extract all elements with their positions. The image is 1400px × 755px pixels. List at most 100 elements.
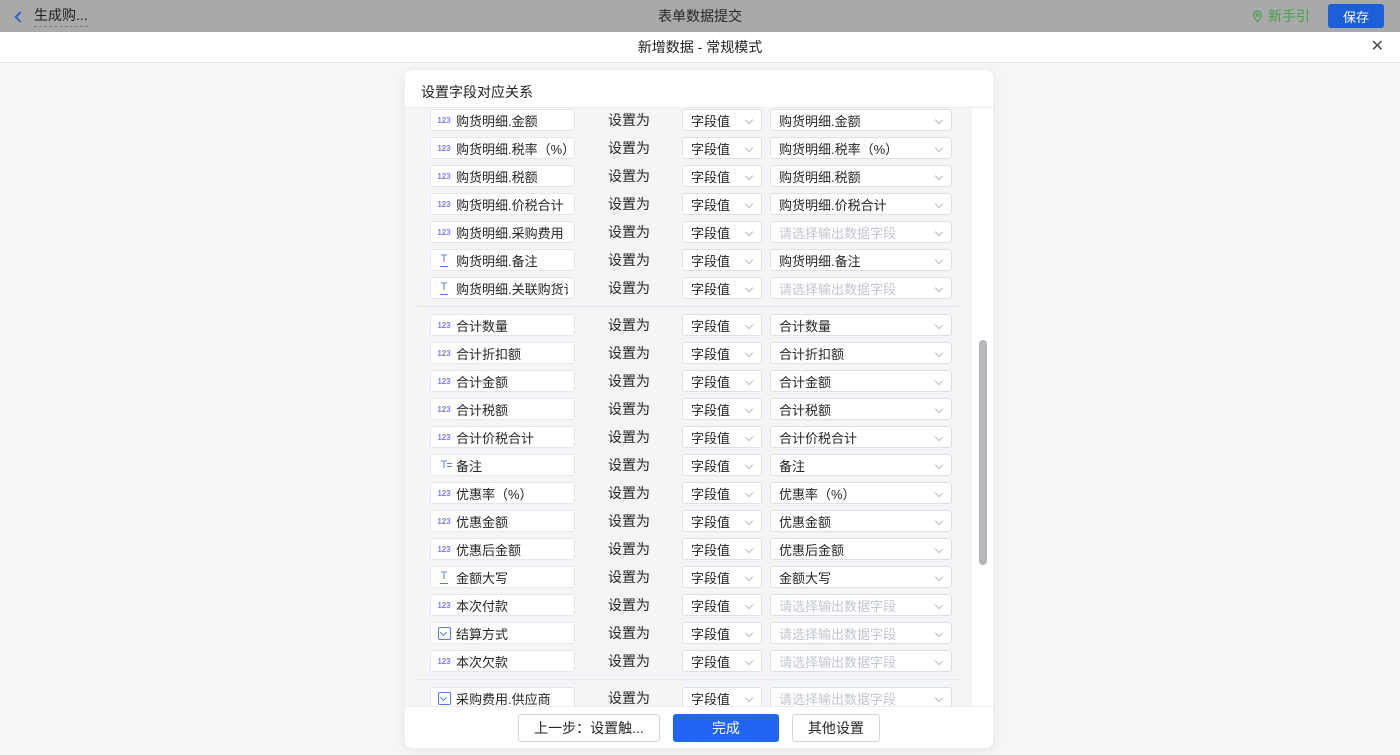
output-field-select[interactable]: 合计折扣额	[770, 342, 952, 364]
set-as-label: 设置为	[608, 651, 650, 671]
value-mode-text: 字段值	[691, 652, 730, 671]
output-field-select[interactable]: 购货明细.价税合计	[770, 193, 952, 215]
chevron-down-icon	[745, 433, 753, 441]
chevron-down-icon	[935, 433, 943, 441]
value-mode-select[interactable]: 字段值	[682, 249, 762, 271]
value-mode-select[interactable]: 字段值	[682, 370, 762, 392]
value-mode-select[interactable]: 字段值	[682, 314, 762, 336]
value-mode-select[interactable]: 字段值	[682, 650, 762, 672]
output-field-select[interactable]: 备注	[770, 454, 952, 476]
output-field-select[interactable]: 合计金额	[770, 370, 952, 392]
chevron-down-icon	[745, 545, 753, 553]
value-mode-select[interactable]: 字段值	[682, 109, 762, 131]
output-field-select[interactable]: 请选择输出数据字段	[770, 594, 952, 616]
set-as-label: 设置为	[608, 595, 650, 615]
output-field-select[interactable]: 请选择输出数据字段	[770, 221, 952, 243]
source-field-chip: 购货明细.采购费用	[430, 221, 575, 243]
save-button[interactable]: 保存	[1328, 4, 1384, 28]
output-field-select[interactable]: 请选择输出数据字段	[770, 277, 952, 299]
chevron-down-icon	[935, 172, 943, 180]
source-field-chip: 金额大写	[430, 566, 575, 588]
value-mode-select[interactable]: 字段值	[682, 221, 762, 243]
value-mode-select[interactable]: 字段值	[682, 594, 762, 616]
number-field-icon	[435, 541, 453, 557]
value-mode-select[interactable]: 字段值	[682, 165, 762, 187]
close-button[interactable]: ✕	[1371, 37, 1384, 57]
output-field-select[interactable]: 购货明细.税额	[770, 165, 952, 187]
chevron-down-icon	[935, 256, 943, 264]
source-field-label: 购货明细.采购费用	[456, 223, 568, 242]
set-as-label: 设置为	[608, 166, 650, 186]
output-field-select[interactable]: 优惠后金额	[770, 538, 952, 560]
value-mode-text: 字段值	[691, 689, 730, 707]
output-field-text: 合计税额	[779, 400, 831, 419]
set-as-label: 设置为	[608, 250, 650, 270]
value-mode-select[interactable]: 字段值	[682, 342, 762, 364]
guide-button[interactable]: 新手引	[1251, 6, 1310, 26]
number-field-icon	[435, 112, 453, 128]
value-mode-text: 字段值	[691, 344, 730, 363]
select-field-icon	[435, 625, 453, 641]
value-mode-select[interactable]: 字段值	[682, 566, 762, 588]
output-field-select[interactable]: 购货明细.金额	[770, 109, 952, 131]
output-field-text: 请选择输出数据字段	[779, 223, 896, 242]
value-mode-select[interactable]: 字段值	[682, 622, 762, 644]
source-field-chip: 合计数量	[430, 314, 575, 336]
output-field-text: 购货明细.价税合计	[779, 195, 887, 214]
output-field-select[interactable]: 请选择输出数据字段	[770, 687, 952, 706]
value-mode-select[interactable]: 字段值	[682, 137, 762, 159]
mapping-row: 本次付款 设置为 字段值 请选择输出数据字段	[430, 594, 972, 616]
back-label[interactable]: 生成购...	[34, 5, 88, 27]
back-button[interactable]: 生成购...	[16, 5, 88, 27]
scrollbar-track[interactable]	[972, 108, 993, 706]
value-mode-select[interactable]: 字段值	[682, 398, 762, 420]
output-field-select[interactable]: 请选择输出数据字段	[770, 622, 952, 644]
source-field-label: 优惠后金额	[456, 540, 568, 559]
value-mode-select[interactable]: 字段值	[682, 510, 762, 532]
chevron-down-icon	[745, 349, 753, 357]
chevron-down-icon	[745, 694, 753, 702]
value-mode-select[interactable]: 字段值	[682, 538, 762, 560]
scrollbar-thumb[interactable]	[979, 340, 987, 565]
value-mode-text: 字段值	[691, 167, 730, 186]
set-as-label: 设置为	[608, 623, 650, 643]
source-field-label: 购货明细.税率（%）	[456, 139, 568, 158]
output-field-text: 优惠金额	[779, 512, 831, 531]
value-mode-select[interactable]: 字段值	[682, 454, 762, 476]
chevron-down-icon	[935, 461, 943, 469]
value-mode-select[interactable]: 字段值	[682, 277, 762, 299]
chevron-down-icon	[935, 116, 943, 124]
value-mode-text: 字段值	[691, 223, 730, 242]
value-mode-select[interactable]: 字段值	[682, 193, 762, 215]
mapping-row: 本次欠款 设置为 字段值 请选择输出数据字段	[430, 650, 972, 672]
mapping-row: 购货明细.备注 设置为 字段值 购货明细.备注	[430, 249, 972, 271]
output-field-text: 请选择输出数据字段	[779, 279, 896, 298]
output-field-select[interactable]: 购货明细.税率（%）	[770, 137, 952, 159]
chevron-down-icon	[935, 545, 943, 553]
set-as-label: 设置为	[608, 427, 650, 447]
output-field-select[interactable]: 优惠金额	[770, 510, 952, 532]
mapping-row: 金额大写 设置为 字段值 金额大写	[430, 566, 972, 588]
output-field-select[interactable]: 合计数量	[770, 314, 952, 336]
panel-content: 购货明细.金额 设置为 字段值 购货明细.金额 购货明细.税率（%） 设置为 字…	[405, 108, 993, 706]
value-mode-select[interactable]: 字段值	[682, 482, 762, 504]
set-as-label: 设置为	[608, 511, 650, 531]
output-field-text: 优惠后金额	[779, 540, 844, 559]
other-settings-button[interactable]: 其他设置	[792, 714, 880, 742]
source-field-chip: 备注	[430, 454, 575, 476]
prev-step-button[interactable]: 上一步：设置触...	[518, 714, 660, 742]
output-field-select[interactable]: 购货明细.备注	[770, 249, 952, 271]
value-mode-text: 字段值	[691, 400, 730, 419]
value-mode-text: 字段值	[691, 372, 730, 391]
value-mode-select[interactable]: 字段值	[682, 426, 762, 448]
done-button[interactable]: 完成	[673, 714, 779, 742]
output-field-select[interactable]: 金额大写	[770, 566, 952, 588]
output-field-select[interactable]: 优惠率（%）	[770, 482, 952, 504]
output-field-select[interactable]: 合计税额	[770, 398, 952, 420]
value-mode-select[interactable]: 字段值	[682, 687, 762, 706]
value-mode-text: 字段值	[691, 456, 730, 475]
output-field-select[interactable]: 请选择输出数据字段	[770, 650, 952, 672]
chevron-down-icon	[745, 489, 753, 497]
output-field-select[interactable]: 合计价税合计	[770, 426, 952, 448]
set-as-label: 设置为	[608, 688, 650, 706]
